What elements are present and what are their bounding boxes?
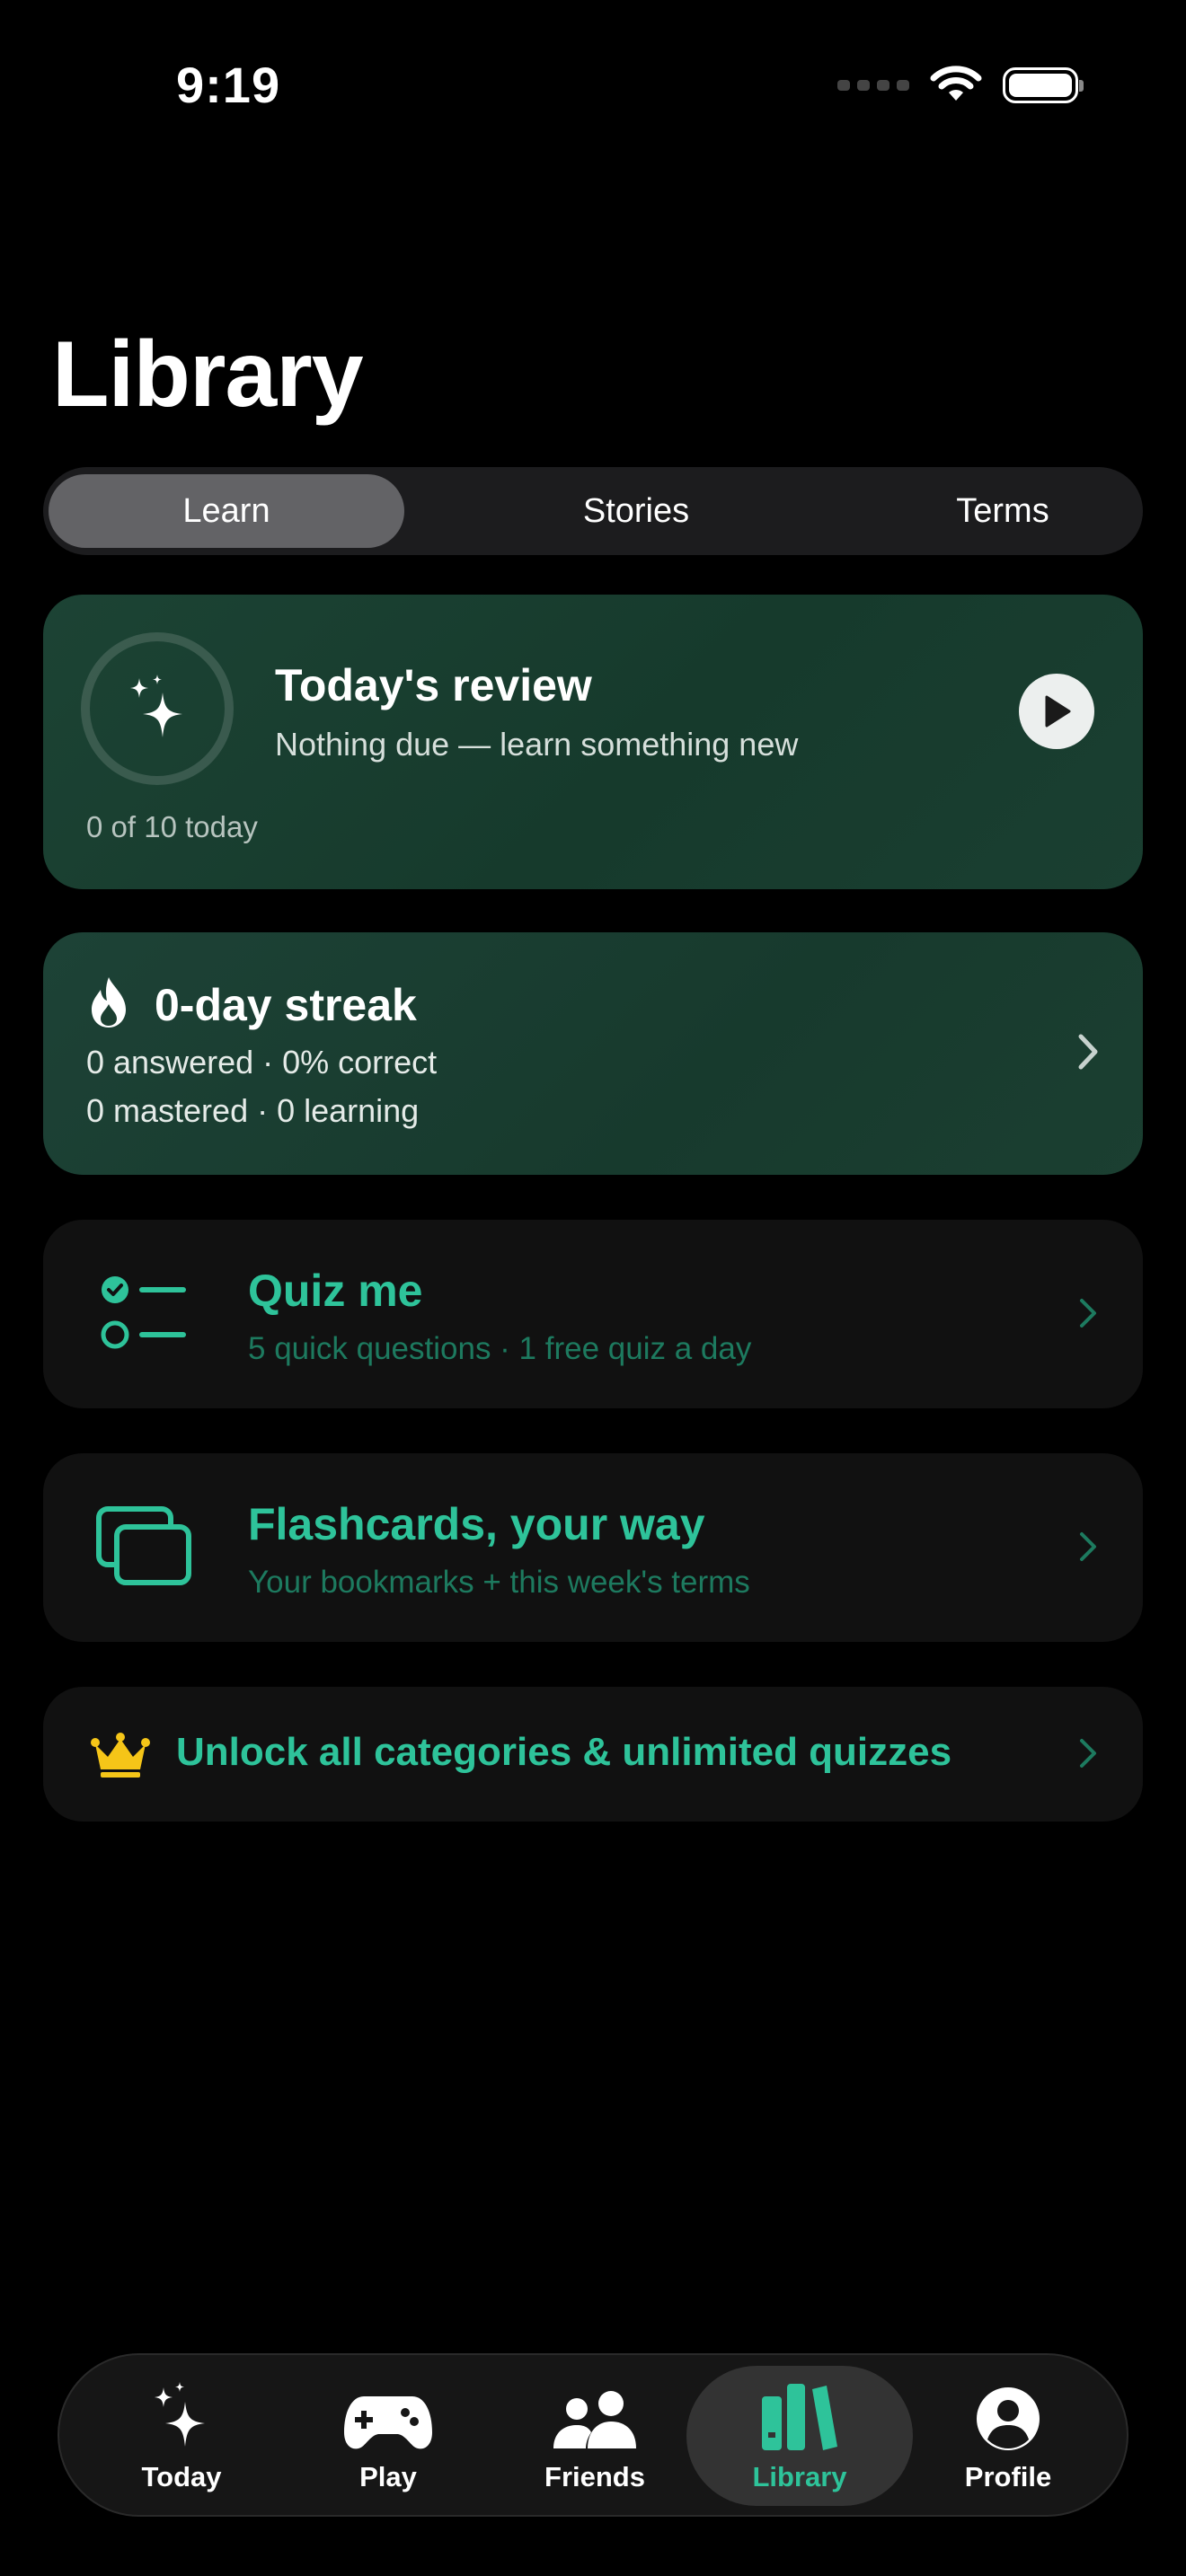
tab-library[interactable]: Library xyxy=(686,2366,913,2506)
tab-label: Friends xyxy=(544,2461,645,2492)
flashcards-subtitle: Your bookmarks + this week's terms xyxy=(248,1565,750,1600)
flashcards-card[interactable]: Flashcards, your way Your bookmarks + th… xyxy=(43,1453,1143,1642)
review-title: Today's review xyxy=(275,660,592,710)
segmented-control: Learn Stories Terms xyxy=(43,467,1143,555)
play-icon xyxy=(1045,695,1071,728)
cards-icon xyxy=(96,1506,191,1585)
status-time: 9:19 xyxy=(176,57,281,113)
unlock-premium-card[interactable]: Unlock all categories & unlimited quizze… xyxy=(43,1687,1143,1822)
books-icon xyxy=(762,2384,837,2450)
flame-icon xyxy=(92,977,126,1028)
streak-stats-mastered: 0 mastered · 0 learning xyxy=(86,1092,420,1129)
battery-icon xyxy=(1003,67,1084,103)
tab-play[interactable]: Play xyxy=(275,2366,501,2506)
unlock-text: Unlock all categories & unlimited quizze… xyxy=(176,1730,952,1774)
gamecontroller-icon xyxy=(344,2396,432,2449)
quiz-title: Quiz me xyxy=(248,1266,423,1316)
segment-learn[interactable]: Learn xyxy=(49,474,404,548)
chevron-right-icon xyxy=(1080,1532,1096,1561)
streak-title: 0-day streak xyxy=(155,980,417,1030)
tab-today[interactable]: Today xyxy=(68,2366,295,2506)
chevron-right-icon xyxy=(1078,1034,1098,1070)
person-circle-icon xyxy=(977,2387,1040,2450)
segment-terms[interactable]: Terms xyxy=(825,474,1181,548)
crown-icon xyxy=(91,1733,150,1778)
chevron-right-icon xyxy=(1080,1739,1096,1768)
streak-card[interactable]: 0-day streak 0 answered · 0% correct 0 m… xyxy=(43,932,1143,1175)
page-title: Library xyxy=(52,322,364,427)
streak-stats-answered: 0 answered · 0% correct xyxy=(86,1044,438,1081)
tab-label: Profile xyxy=(964,2461,1052,2492)
review-subtitle: Nothing due — learn something new xyxy=(275,726,799,763)
sparkles-icon xyxy=(130,675,182,737)
todays-review-card[interactable]: Today's review Nothing due — learn somet… xyxy=(43,595,1143,889)
tab-friends[interactable]: Friends xyxy=(482,2366,708,2506)
flashcards-title: Flashcards, your way xyxy=(248,1499,705,1549)
quiz-subtitle: 5 quick questions · 1 free quiz a day xyxy=(248,1331,752,1366)
chevron-right-icon xyxy=(1080,1299,1096,1328)
quiz-me-card[interactable]: Quiz me 5 quick questions · 1 free quiz … xyxy=(43,1220,1143,1408)
people-icon xyxy=(553,2391,636,2448)
tab-label: Play xyxy=(359,2461,417,2492)
segment-stories[interactable]: Stories xyxy=(458,474,814,548)
tab-label: Library xyxy=(752,2461,847,2492)
review-count: 0 of 10 today xyxy=(86,810,258,843)
checklist-icon xyxy=(101,1276,186,1349)
tab-profile[interactable]: Profile xyxy=(895,2366,1121,2506)
play-button[interactable] xyxy=(1019,674,1094,749)
wifi-icon xyxy=(930,66,982,101)
tab-label: Today xyxy=(141,2461,222,2492)
sparkles-icon xyxy=(155,2382,205,2447)
review-progress-ring xyxy=(81,632,234,785)
cellular-signal-icon xyxy=(837,80,909,91)
tab-bar: Today Play Friends Library Profile xyxy=(58,2353,1128,2517)
status-indicators xyxy=(837,65,1084,106)
